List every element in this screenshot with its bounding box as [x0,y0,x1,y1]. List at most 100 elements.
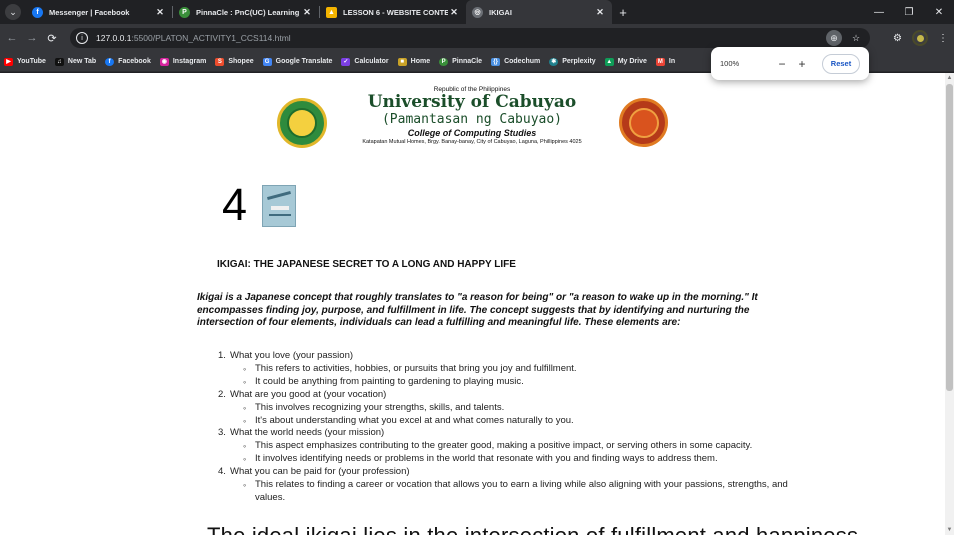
perplexity-icon: ✱ [549,57,559,66]
close-icon[interactable]: ✕ [448,7,460,18]
sub-list-item: This involves recognizing your strengths… [243,402,818,415]
back-arrow-icon[interactable]: ← [2,24,22,52]
extensions-icon[interactable]: ⚙ [893,33,902,44]
minimize-icon[interactable]: — [864,0,894,24]
list-item-label: What are you good at (your vocation) [230,388,387,400]
bookmark-codechum[interactable]: {} Codechum [491,57,540,66]
zoom-icon[interactable]: ⊕ [826,30,842,46]
page-title: IKIGAI: THE JAPANESE SECRET TO A LONG AN… [217,259,516,270]
tab-title: LESSON 6 - WEBSITE CONTEN [343,7,448,17]
close-icon[interactable]: ✕ [594,7,606,18]
facebook-icon: f [105,57,115,66]
url-text[interactable]: 127.0.0.1:5500/PLATON_ACTIVITY1_CCS114.h… [96,33,291,43]
tab-title: PinnaCle : PnC(UC) Learning M [196,7,301,17]
zoom-out-button[interactable]: − [774,56,790,72]
university-seal-logo [277,98,327,148]
page-header: Republic of the Philippines University o… [330,86,614,146]
restore-icon[interactable]: ❐ [894,0,924,24]
college-address: Katapatan Mutual Homes, Brgy. Banay-bana… [362,139,582,145]
google-drive-icon: ▲ [604,57,614,66]
bookmark-instagram[interactable]: ◉ Instagram [159,57,206,66]
bookmark-new-tab[interactable]: ♫ New Tab [54,57,96,66]
list-item-label: What the world needs (your mission) [230,427,385,439]
list-item: 4. What you can be paid for (your profess… [218,466,818,505]
heading-number: 4 [222,179,248,230]
sub-list-item: It involves identifying needs or problem… [243,453,818,466]
scroll-down-arrow-icon[interactable]: ▼ [946,526,953,534]
college-seal-logo [619,98,668,147]
zoom-reset-button[interactable]: Reset [822,53,860,74]
bookmark-my-drive[interactable]: ▲ My Drive [604,57,647,66]
tab-search-button[interactable]: ⌄ [0,0,26,24]
facebook-icon: f [32,6,43,18]
shopee-icon: S [215,57,225,66]
bookmark-youtube[interactable]: ▶ YouTube [4,57,46,66]
reload-icon[interactable]: ⟳ [42,24,62,52]
ikigai-book-image [262,185,296,227]
address-bar[interactable]: i 127.0.0.1:5500/PLATON_ACTIVITY1_CCS114… [70,28,870,48]
zoom-in-button[interactable]: + [794,56,810,72]
pinnacle-icon: P [179,6,190,18]
bookmark-star-icon[interactable]: ☆ [848,30,864,46]
home-icon: ■ [397,57,407,66]
tab-strip: ⌄ f Messenger | Facebook ✕ P PinnaCle : … [0,0,954,24]
codechum-icon: {} [491,57,501,66]
site-info-icon[interactable]: i [76,32,88,44]
scroll-up-arrow-icon[interactable]: ▲ [946,74,953,82]
translate-icon: G [262,57,272,66]
university-name: University of Cabuyao [367,92,577,112]
google-drive-icon: ▲ [326,6,337,18]
new-tab-button[interactable]: + [612,0,634,24]
gmail-icon: M [655,57,665,66]
close-window-icon[interactable]: ✕ [924,0,954,24]
zoom-popup: 100% − + Reset [711,47,869,80]
sub-list-item: It's about understanding what you excel … [243,415,818,428]
pinnacle-icon: P [439,57,449,66]
instagram-icon: ◉ [159,57,169,66]
bookmark-calculator[interactable]: ✓ Calculator [341,57,389,66]
forward-arrow-icon[interactable]: → [22,24,42,52]
youtube-icon: ▶ [4,57,13,66]
page-viewport: Republic of the Philippines University o… [0,73,945,535]
college-name: College of Computing Studies [407,128,537,138]
sub-list-item: It could be anything from painting to ga… [243,376,818,389]
bookmark-pinnacle[interactable]: P PinnaCle [439,57,482,66]
url-path: :5500/PLATON_ACTIVITY1_CCS114.html [131,33,291,43]
globe-icon: ◎ [472,6,483,18]
bookmark-home[interactable]: ■ Home [397,57,430,66]
url-host: 127.0.0.1 [96,33,132,43]
tab-messenger[interactable]: f Messenger | Facebook ✕ [26,0,172,24]
close-icon[interactable]: ✕ [301,7,313,18]
sub-list-item: This refers to activities, hobbies, or p… [243,363,818,376]
tab-title: IKIGAI [489,7,512,17]
tab-title: Messenger | Facebook [49,7,130,17]
tiktok-icon: ♫ [54,57,64,66]
scrollbar-thumb[interactable] [946,84,953,391]
bookmark-shopee[interactable]: S Shopee [215,57,254,66]
bookmark-gmail[interactable]: M In [655,57,675,66]
sub-list-item: This aspect emphasizes contributing to t… [243,440,818,453]
profile-avatar[interactable] [912,30,928,46]
partial-heading: The ideal ikigai lies in the intersectio… [207,523,858,535]
bookmark-facebook[interactable]: f Facebook [105,57,151,66]
bookmark-google-translate[interactable]: G Google Translate [262,57,332,66]
window-controls: — ❐ ✕ [864,0,954,24]
tab-pinnacle[interactable]: P PinnaCle : PnC(UC) Learning M ✕ [173,0,319,24]
menu-kebab-icon[interactable]: ⋮ [938,33,948,44]
list-item-label: What you can be paid for (your professio… [230,466,410,478]
zoom-level: 100% [720,59,740,68]
chevron-down-icon: ⌄ [5,4,21,20]
list-item-label: What you love (your passion) [230,350,354,361]
university-subtitle: (Pamantasan ng Cabuyao) [381,112,562,127]
sub-list-item: This relates to finding a career or voca… [243,479,818,505]
bookmark-perplexity[interactable]: ✱ Perplexity [549,57,596,66]
intro-paragraph: Ikigai is a Japanese concept that roughl… [197,292,758,328]
list-item: 3.What the world needs (your mission) Th… [218,427,818,466]
list-item: 1.What you love (your passion) This refe… [218,350,818,389]
calculator-icon: ✓ [341,57,351,66]
tab-ikigai[interactable]: ◎ IKIGAI ✕ [466,0,612,24]
close-icon[interactable]: ✕ [154,7,166,18]
tab-lesson6[interactable]: ▲ LESSON 6 - WEBSITE CONTEN ✕ [320,0,466,24]
elements-list: 1.What you love (your passion) This refe… [218,350,818,505]
list-item: 2.What are you good at (your vocation) T… [218,389,818,428]
